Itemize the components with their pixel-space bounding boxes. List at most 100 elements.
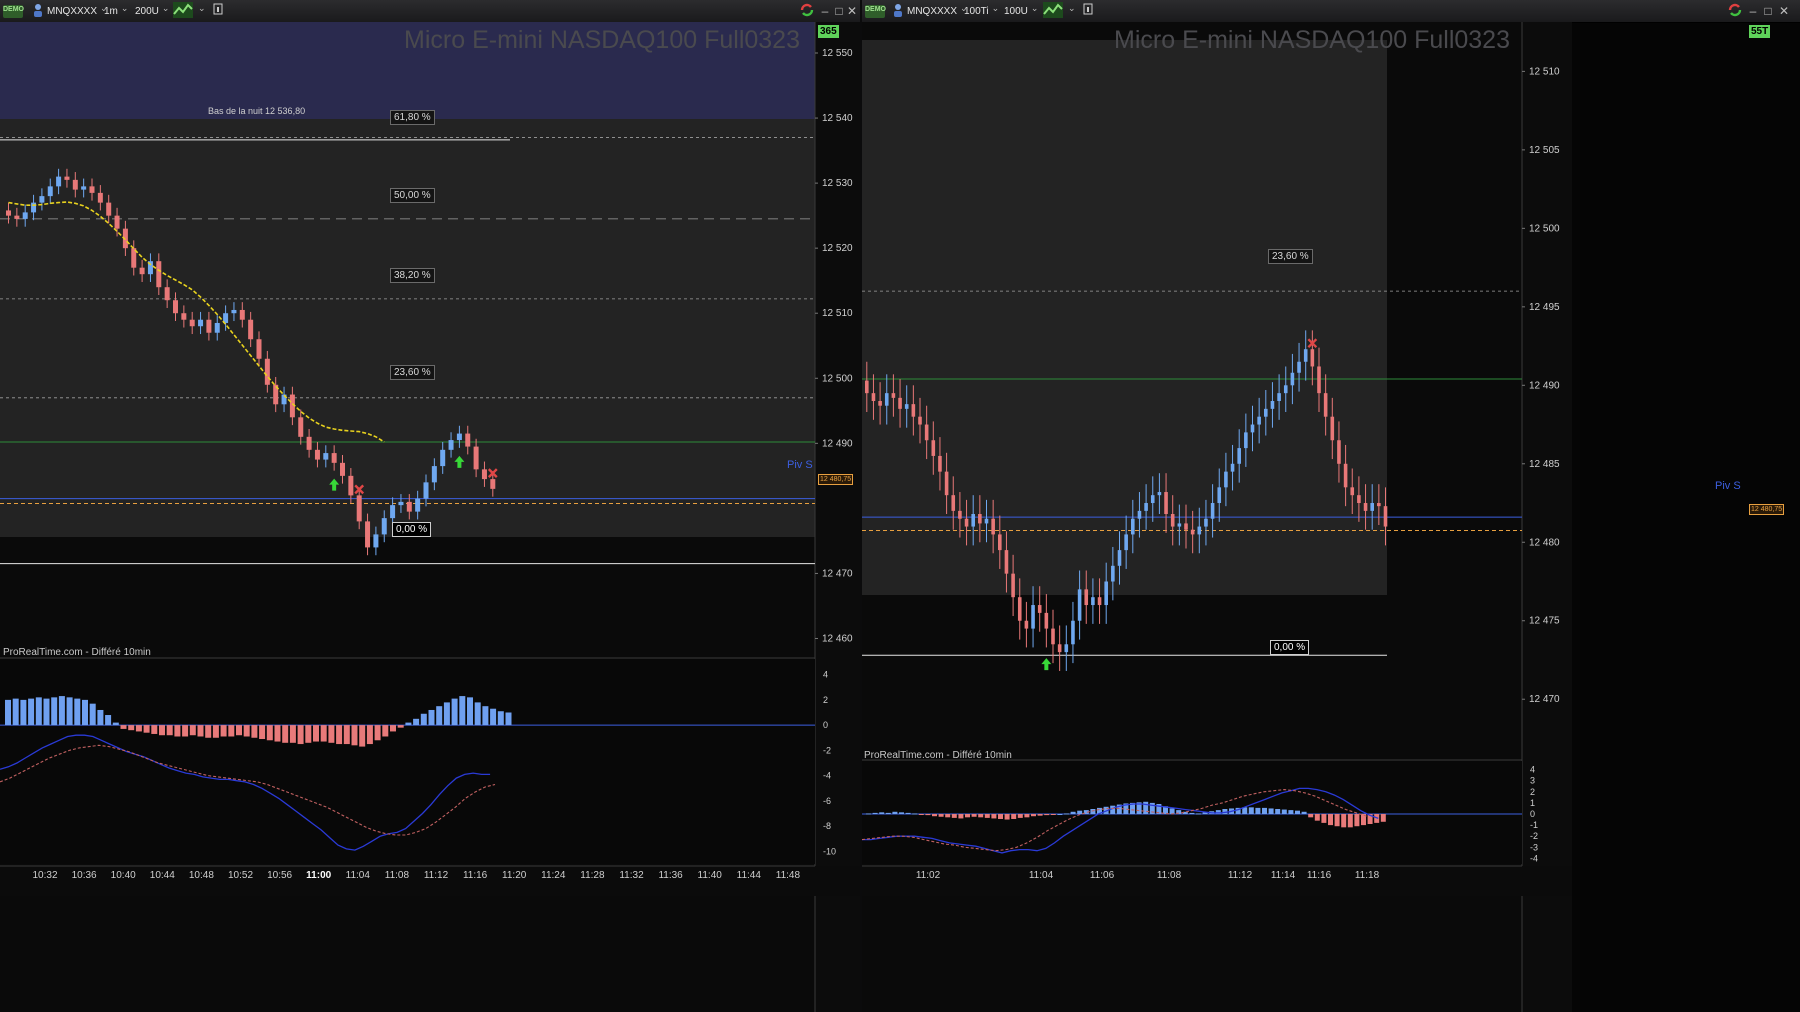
candle-up — [1283, 385, 1288, 394]
refresh-icon[interactable] — [1724, 2, 1746, 20]
candle-down — [106, 202, 112, 216]
candle-down — [1363, 503, 1368, 511]
candle-down — [1350, 487, 1355, 496]
candle-up — [1257, 416, 1261, 425]
macd-histogram-bar-down — [297, 725, 304, 745]
minimize-icon[interactable]: – — [818, 4, 832, 18]
price-axis-label: 12 470 — [1529, 694, 1560, 705]
close-icon[interactable]: ✕ — [1777, 4, 1791, 18]
time-axis-label: 11:28 — [580, 870, 605, 881]
macd-histogram-bar-up — [1189, 812, 1195, 814]
macd-histogram-bar-down — [1004, 814, 1010, 820]
candle-down — [1343, 463, 1348, 488]
person-icon[interactable] — [889, 2, 902, 18]
macd-histogram-bar-up — [505, 712, 512, 726]
candle-down — [1190, 529, 1195, 535]
candle-up — [31, 202, 37, 213]
candle-up — [440, 449, 446, 467]
macd-axis-label: 3 — [1530, 776, 1535, 786]
candle-down — [256, 339, 262, 359]
candle-up — [1197, 526, 1202, 535]
units-selector[interactable]: 100U — [1001, 2, 1041, 20]
maximize-icon[interactable]: □ — [1761, 4, 1775, 18]
price-axis-background — [1522, 22, 1572, 1012]
macd-histogram-bar-up — [1255, 807, 1261, 814]
minimize-icon[interactable]: – — [1746, 4, 1760, 18]
candle-down — [1097, 597, 1102, 606]
candle-up — [1131, 518, 1135, 535]
candle-down — [1011, 573, 1015, 598]
close-icon[interactable]: ✕ — [845, 4, 859, 18]
macd-panel-background — [862, 761, 1522, 864]
macd-histogram-bar-up — [1057, 814, 1063, 815]
macd-histogram-bar-down — [932, 814, 937, 817]
macd-axis-label: 0 — [1530, 809, 1535, 819]
candle-up — [1157, 492, 1162, 496]
indicator-chart-icon[interactable] — [1040, 2, 1064, 20]
candle-up — [1117, 550, 1122, 566]
candle-down — [264, 358, 270, 385]
macd-histogram-bar-up — [474, 702, 481, 726]
right-price-chart[interactable]: 12 510 12 505 12 500 12 495 12 490 12 485 12 4… — [862, 22, 1800, 1012]
indicator-chart-icon[interactable] — [170, 2, 194, 20]
macd-histogram-bar-down — [128, 725, 135, 731]
timeframe-selector[interactable]: 100Ti — [961, 2, 1002, 20]
time-axis-label: 10:52 — [228, 870, 253, 881]
macd-histogram-bar-down — [351, 725, 358, 746]
macd-histogram-bar-down — [328, 725, 335, 743]
macd-histogram-bar-down — [282, 725, 289, 743]
person-icon[interactable] — [29, 2, 42, 18]
macd-histogram-bar-up — [35, 697, 42, 726]
indicator-menu-button[interactable] — [192, 2, 209, 20]
price-axis-background — [815, 22, 860, 1012]
maximize-icon[interactable]: □ — [832, 4, 846, 18]
indicator-menu-button[interactable] — [1062, 2, 1079, 20]
candle-down — [871, 393, 876, 401]
candle-up — [904, 404, 909, 409]
left-price-chart[interactable]: 12 550 12 540 12 530 12 520 12 510 12 500 12 4… — [0, 22, 860, 1012]
macd-histogram-bar-up — [879, 812, 885, 814]
macd-histogram-bar-down — [174, 725, 181, 737]
candle-down — [938, 455, 942, 472]
candle-down — [1357, 495, 1361, 504]
price-axis-label: 12 495 — [1529, 302, 1560, 313]
last-price-tag: 12 480,75 — [818, 474, 854, 485]
info-icon[interactable] — [1080, 2, 1096, 20]
candle-up — [1077, 589, 1082, 621]
candle-down — [878, 401, 882, 406]
candle-up — [381, 518, 387, 535]
candle-up — [456, 433, 462, 441]
info-icon[interactable] — [210, 2, 226, 20]
demo-badge: DEMO — [865, 5, 886, 18]
candle-up — [1303, 349, 1308, 362]
candle-up — [423, 482, 429, 499]
macd-histogram-bar-down — [243, 725, 250, 737]
macd-histogram-bar-down — [236, 725, 242, 736]
macd-histogram-bar-up — [451, 698, 458, 726]
macd-axis-label: 0 — [823, 720, 828, 730]
units-selector[interactable]: 200U — [132, 2, 172, 20]
macd-histogram-bar-up — [428, 709, 435, 726]
macd-histogram-bar-down — [366, 725, 373, 745]
macd-histogram-bar-up — [467, 697, 473, 726]
candle-down — [239, 309, 245, 320]
candle-down — [64, 176, 70, 180]
macd-histogram-bar-down — [1050, 814, 1056, 815]
time-axis-label: 10:48 — [189, 870, 214, 881]
candle-down — [331, 453, 337, 463]
macd-histogram-bar-down — [1341, 814, 1347, 828]
time-axis-label: 11:48 — [776, 870, 801, 881]
candle-down — [911, 404, 916, 417]
time-axis-label: 10:44 — [150, 870, 175, 881]
macd-axis-label: 2 — [823, 695, 828, 705]
bar-counter: 365 — [818, 25, 839, 38]
macd-histogram-bar-down — [1347, 814, 1353, 828]
macd-axis-label: 1 — [1530, 798, 1535, 808]
refresh-icon[interactable] — [796, 2, 818, 20]
timeframe-selector[interactable]: 1m — [101, 2, 131, 20]
time-axis-background — [862, 866, 1572, 896]
candle-down — [206, 319, 212, 333]
candle-down — [1377, 503, 1381, 507]
macd-histogram-bar-down — [228, 725, 235, 737]
macd-histogram-bar-down — [1044, 814, 1050, 816]
